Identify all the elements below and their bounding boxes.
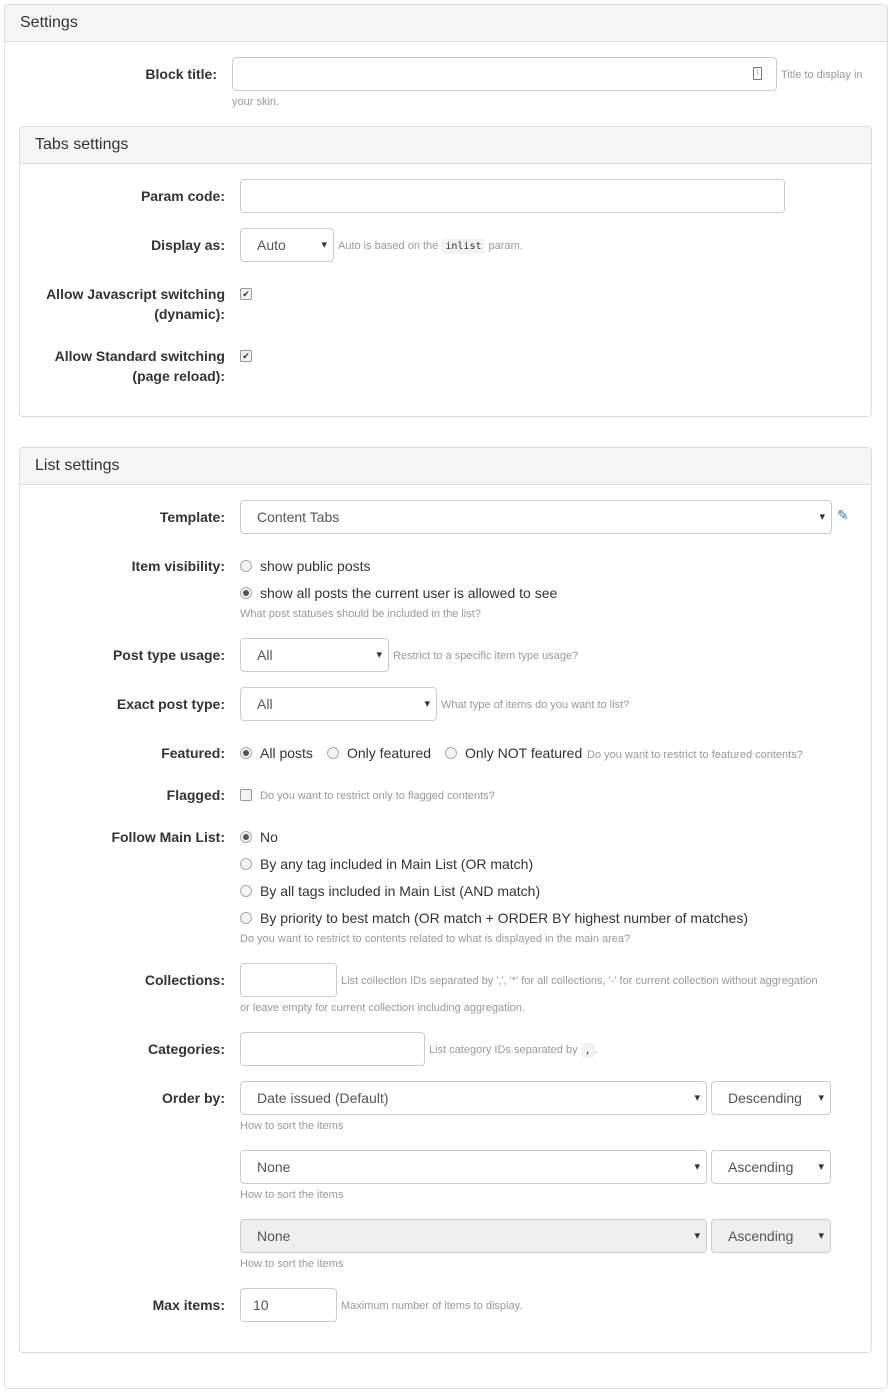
featured-option-not: Only NOT featured: [465, 745, 583, 761]
order-by-label: Order by:: [161, 1090, 225, 1106]
categories-label: Categories:: [147, 1041, 225, 1057]
std-switching-label: Allow Standard switching (page reload):: [54, 348, 225, 384]
follow-radio-any-tag[interactable]: [240, 858, 252, 870]
list-settings-panel: List settings: [19, 447, 872, 1353]
param-code-input[interactable]: [240, 179, 785, 213]
visibility-radio-all[interactable]: [240, 587, 252, 599]
visibility-option-all: show all posts the current user is allow…: [260, 585, 558, 601]
std-switching-checkbox[interactable]: ✔: [240, 350, 252, 362]
post-type-usage-select[interactable]: All: [240, 638, 389, 672]
display-as-label: Display as:: [151, 237, 225, 253]
max-items-label: Max items:: [152, 1297, 225, 1313]
exact-type-hint: What type of items do you want to list?: [441, 699, 630, 711]
collections-label: Collections:: [144, 972, 225, 988]
order-hint-2: How to sort the items: [240, 1189, 344, 1201]
exact-type-select[interactable]: All: [240, 687, 437, 721]
list-settings-header: List settings: [20, 448, 871, 485]
block-title-input[interactable]: ⁝: [232, 57, 777, 91]
post-type-usage-label: Post type usage:: [112, 647, 225, 663]
block-title-hint-cont: your skin.: [232, 96, 280, 108]
featured-radio-not[interactable]: [445, 747, 457, 759]
visibility-hint: What post statuses should be included in…: [240, 608, 481, 620]
order-dir-select-2[interactable]: Ascending: [711, 1150, 831, 1184]
js-switching-label: Allow Javascript switching (dynamic):: [46, 286, 225, 322]
js-switching-checkbox[interactable]: ✔: [240, 288, 252, 300]
flagged-hint: Do you want to restrict only to flagged …: [260, 790, 495, 802]
order-field-select-3[interactable]: None: [240, 1219, 707, 1253]
follow-hint: Do you want to restrict to contents rela…: [240, 933, 631, 945]
follow-main-list-label: Follow Main List:: [111, 829, 225, 845]
order-hint-1: How to sort the items: [240, 1120, 344, 1132]
settings-header: Settings: [5, 5, 887, 42]
collections-hint-cont: or leave empty for current collection in…: [240, 1002, 525, 1014]
featured-radio-all[interactable]: [240, 747, 252, 759]
featured-option-all: All posts: [260, 745, 313, 761]
exact-type-label: Exact post type:: [116, 696, 225, 712]
visibility-radio-public[interactable]: [240, 560, 252, 572]
flagged-checkbox[interactable]: [240, 789, 252, 801]
flagged-label: Flagged:: [166, 787, 225, 803]
categories-hint: List category IDs separated by ,.: [429, 1043, 598, 1058]
follow-radio-priority[interactable]: [240, 912, 252, 924]
id-card-icon: ⁝: [753, 67, 762, 80]
featured-radio-only[interactable]: [327, 747, 339, 759]
display-as-select[interactable]: Auto: [240, 228, 334, 262]
categories-input[interactable]: [240, 1032, 425, 1066]
featured-option-only: Only featured: [347, 745, 432, 761]
tabs-settings-header: Tabs settings: [20, 127, 871, 164]
collections-hint: List collection IDs separated by ',', '*…: [341, 975, 818, 987]
order-dir-select-3[interactable]: Ascending: [711, 1219, 831, 1253]
display-as-hint: Auto is based on the inlist param.: [338, 239, 523, 254]
item-visibility-label: Item visibility:: [131, 558, 225, 574]
param-code-label: Param code:: [140, 188, 225, 204]
post-type-usage-hint: Restrict to a specific item type usage?: [393, 650, 579, 662]
order-field-select-2[interactable]: None: [240, 1150, 707, 1184]
template-select[interactable]: Content Tabs: [240, 500, 832, 534]
follow-option: By all tags included in Main List (AND m…: [260, 883, 541, 899]
edit-icon[interactable]: ✎: [837, 507, 849, 524]
collections-input[interactable]: [240, 963, 337, 997]
order-field-select-1[interactable]: Date issued (Default): [240, 1081, 707, 1115]
follow-option: By any tag included in Main List (OR mat…: [260, 856, 534, 872]
follow-option: No: [260, 829, 278, 845]
block-title-label: Block title:: [145, 66, 217, 82]
order-dir-select-1[interactable]: Descending: [711, 1081, 831, 1115]
featured-hint: Do you want to restrict to featured cont…: [587, 749, 803, 761]
follow-option: By priority to best match (OR match + OR…: [260, 910, 748, 926]
visibility-option-public: show public posts: [260, 558, 371, 574]
block-title-hint: Title to display in: [781, 69, 863, 81]
featured-label: Featured:: [161, 745, 225, 761]
max-items-hint: Maximum number of items to display.: [341, 1300, 523, 1312]
order-hint-3: How to sort the items: [240, 1258, 344, 1270]
follow-radio-no[interactable]: [240, 831, 252, 843]
max-items-input[interactable]: 10: [240, 1288, 337, 1322]
follow-radio-all-tags[interactable]: [240, 885, 252, 897]
template-label: Template:: [159, 509, 225, 525]
